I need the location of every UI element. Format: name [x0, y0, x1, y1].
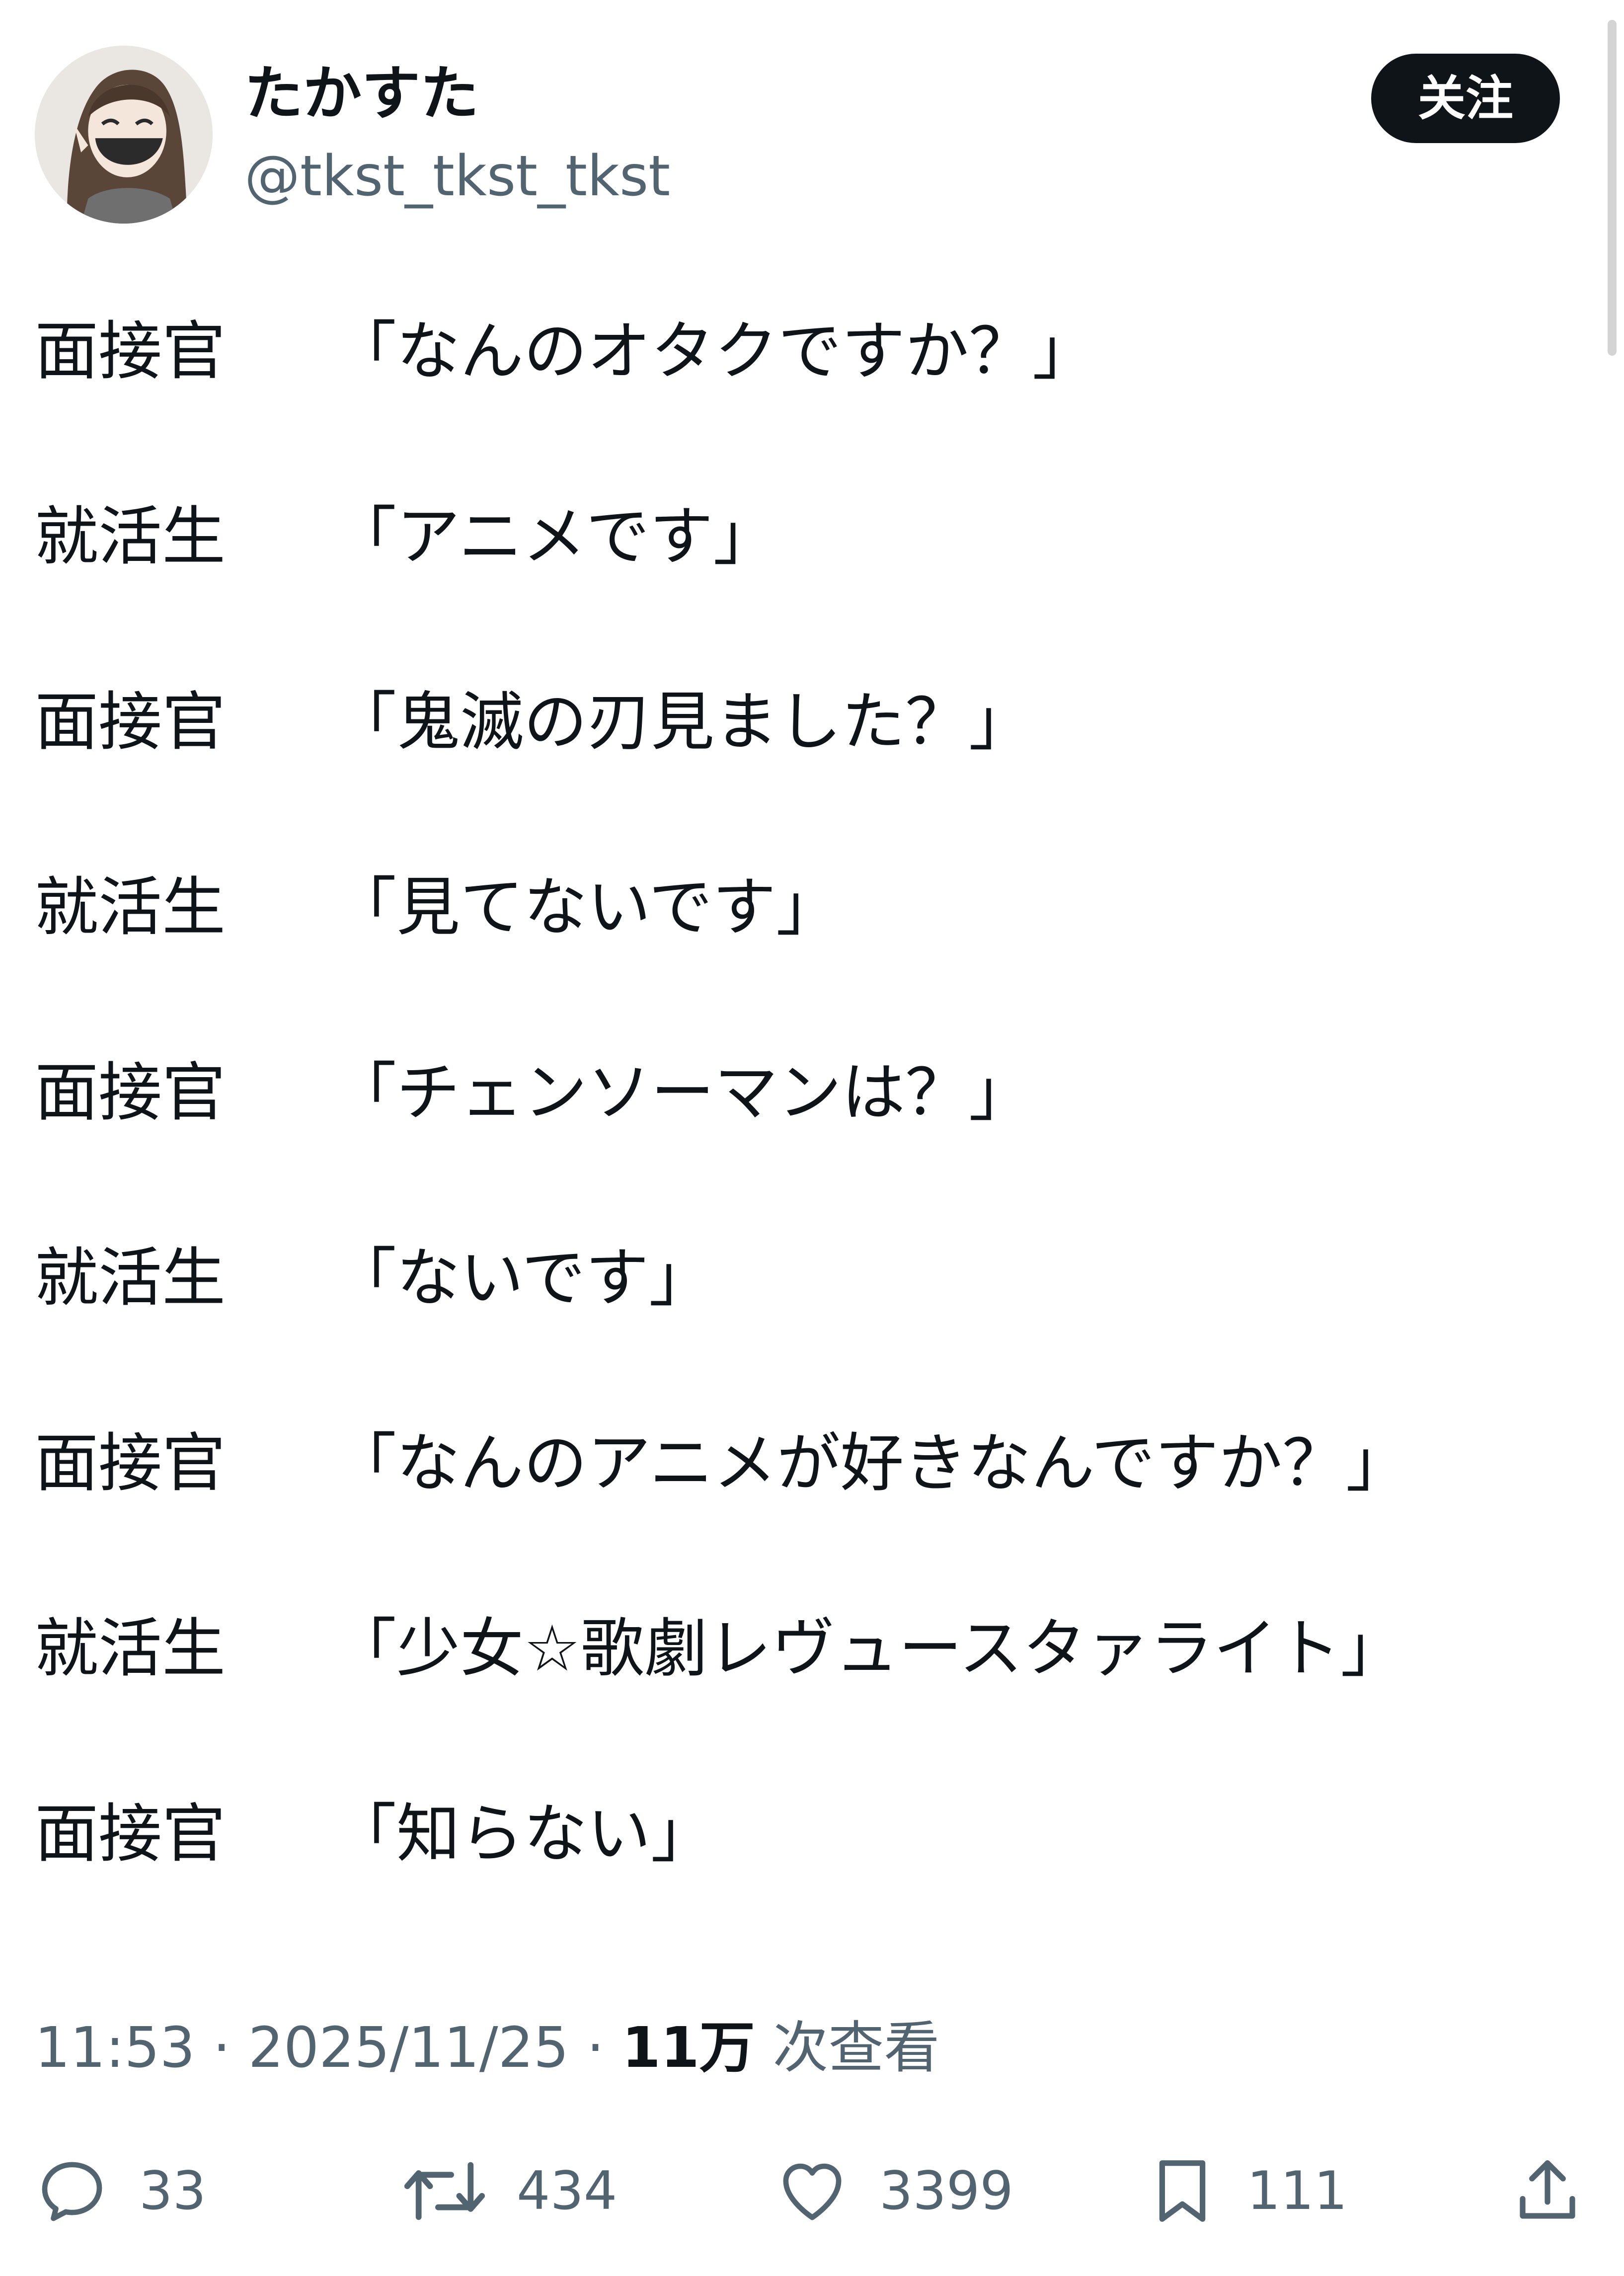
speech-text: 「少女☆歌劇レヴュースタァライト」: [333, 1612, 1404, 1686]
views-label: 次查看: [773, 2016, 940, 2080]
speech-text: 「鬼滅の刃見ました？」: [333, 685, 1033, 759]
speaker-label: 面接官: [35, 1797, 226, 1871]
dialogue-line: 面接官 「鬼滅の刃見ました？」: [35, 669, 1575, 854]
speech-text: 「なんのオタクですか？」: [333, 314, 1096, 389]
scrollbar[interactable]: [1608, 20, 1617, 356]
avatar[interactable]: [35, 46, 213, 224]
tweet-header: たかすた @tkst_tkst_tkst 关注: [0, 0, 1624, 258]
retweet-button[interactable]: 434: [402, 2146, 617, 2236]
reply-button[interactable]: 33: [35, 2146, 206, 2236]
meta-separator: ·: [586, 2016, 622, 2080]
dialogue-line: 就活生 「アニメです」: [35, 483, 1575, 669]
speech-text: 「アニメです」: [333, 500, 777, 574]
tweet-body: 面接官 「なんのオタクですか？」 就活生 「アニメです」 面接官 「鬼滅の刃見ま…: [35, 298, 1575, 1966]
reply-icon: [42, 2162, 102, 2221]
dialogue-line: 就活生 「ないです」: [35, 1225, 1575, 1410]
retweet-icon: [404, 2162, 485, 2220]
tweet-date[interactable]: 2025/11/25: [248, 2016, 569, 2080]
reply-count: 33: [139, 2160, 206, 2221]
heart-icon: [783, 2163, 842, 2220]
speaker-label: 面接官: [35, 1426, 226, 1500]
speech-text: 「なんのアニメが好きなんですか？」: [333, 1426, 1410, 1500]
user-handle[interactable]: @tkst_tkst_tkst: [244, 143, 670, 210]
views-count: 11万: [621, 2016, 755, 2080]
meta-separator: ·: [213, 2016, 248, 2080]
dialogue-line: 就活生 「少女☆歌劇レヴュースタァライト」: [35, 1595, 1575, 1781]
speaker-label: 面接官: [35, 1056, 226, 1130]
speaker-label: 就活生: [35, 1241, 226, 1315]
speaker-label: 面接官: [35, 685, 226, 759]
like-count: 3399: [879, 2160, 1013, 2221]
speaker-label: 就活生: [35, 870, 226, 944]
like-button[interactable]: 3399: [775, 2146, 1013, 2236]
dialogue-line: 面接官 「知らない」: [35, 1781, 1575, 1966]
dialogue-line: 面接官 「なんのアニメが好きなんですか？」: [35, 1410, 1575, 1595]
dialogue-line: 就活生 「見てないです」: [35, 854, 1575, 1039]
speech-text: 「知らない」: [333, 1797, 715, 1871]
speaker-label: 就活生: [35, 500, 226, 574]
tweet-meta: 11:53 · 2025/11/25 · 11万 次查看: [35, 2015, 939, 2081]
bookmark-button[interactable]: 111: [1148, 2146, 1347, 2236]
speaker-label: 面接官: [35, 314, 226, 389]
dialogue-line: 面接官 「なんのオタクですか？」: [35, 298, 1575, 483]
tweet-time[interactable]: 11:53: [35, 2016, 195, 2080]
share-icon: [1520, 2160, 1575, 2219]
speaker-label: 就活生: [35, 1612, 226, 1686]
share-button[interactable]: [1510, 2146, 1585, 2236]
bookmark-icon: [1159, 2160, 1206, 2222]
action-bar: 33 434 3399 111: [0, 2146, 1624, 2236]
retweet-count: 434: [517, 2160, 618, 2221]
speech-text: 「チェンソーマンは？」: [333, 1056, 1033, 1130]
bookmark-count: 111: [1247, 2160, 1348, 2221]
display-name[interactable]: たかすた: [244, 59, 479, 129]
dialogue-line: 面接官 「チェンソーマンは？」: [35, 1039, 1575, 1225]
follow-button[interactable]: 关注: [1371, 54, 1560, 143]
speech-text: 「見てないです」: [333, 870, 840, 944]
speech-text: 「ないです」: [333, 1241, 713, 1315]
avatar-illustration: [35, 46, 213, 224]
